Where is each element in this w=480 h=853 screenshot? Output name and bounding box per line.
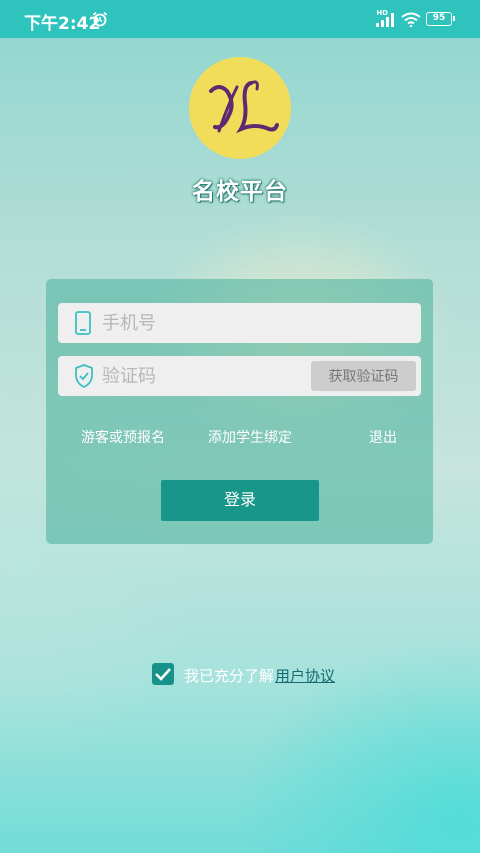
login-card: 获取验证码 游客或预报名 添加学生绑定 退出 登录 (46, 279, 433, 544)
guest-register-link[interactable]: 游客或预报名 (81, 427, 165, 447)
get-code-button[interactable]: 获取验证码 (311, 361, 416, 391)
signal-strength-icon (376, 13, 394, 27)
alarm-clock-icon (92, 11, 108, 27)
checkmark-icon (155, 668, 171, 681)
login-button[interactable]: 登录 (161, 480, 319, 521)
agreement-checkbox[interactable] (152, 663, 174, 685)
phone-input[interactable] (102, 303, 302, 343)
verification-code-input[interactable] (102, 356, 302, 396)
phone-icon (75, 311, 91, 335)
status-time: 下午2:42 (24, 14, 101, 34)
agreement-text: 我已充分了解 (184, 667, 275, 685)
phone-field[interactable] (58, 303, 421, 343)
user-agreement-link[interactable]: 用户协议 (275, 665, 335, 686)
battery-indicator: 95 (426, 12, 455, 26)
status-bar: 下午2:42 HD 95 (0, 0, 480, 38)
app-logo (189, 57, 291, 159)
shield-check-icon (75, 364, 93, 388)
wifi-icon (401, 12, 421, 27)
verification-code-field[interactable]: 获取验证码 (58, 356, 421, 396)
logo-monogram-icon (209, 80, 279, 134)
app-title: 名校平台 (192, 179, 288, 205)
bind-student-link[interactable]: 添加学生绑定 (208, 427, 292, 447)
exit-link[interactable]: 退出 (369, 427, 397, 447)
